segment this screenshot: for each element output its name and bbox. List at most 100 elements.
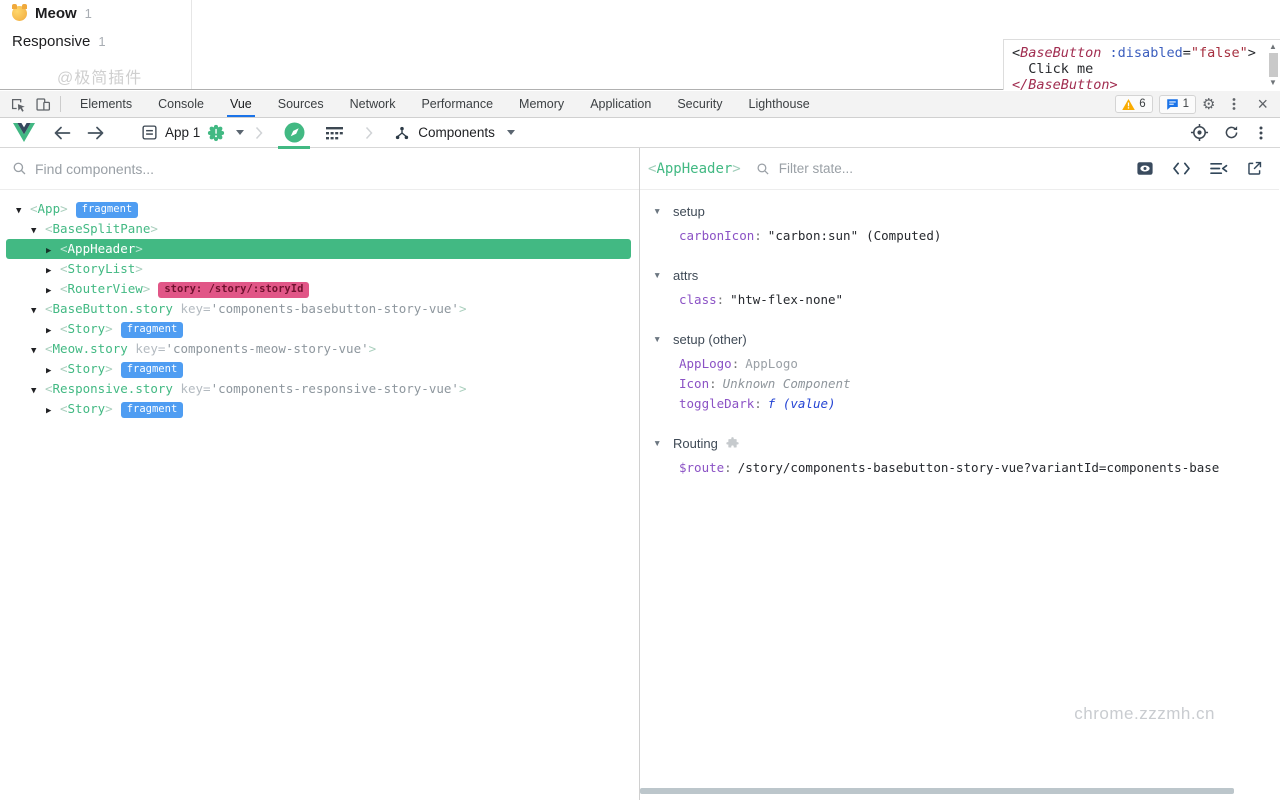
tab-vue[interactable]: Vue (217, 91, 265, 117)
tab-sources[interactable]: Sources (265, 91, 337, 117)
tree-row-basebutton-story[interactable]: ▼<BaseButton.story key='components-baseb… (0, 299, 639, 319)
more-options-icon[interactable] (1254, 118, 1268, 148)
settings-gear-icon[interactable]: ⚙ (1202, 97, 1215, 112)
expand-caret-icon: ▶ (46, 261, 60, 281)
scrollbar-thumb[interactable] (1269, 53, 1278, 77)
hierarchy-icon (394, 125, 410, 141)
tab-performance[interactable]: Performance (408, 91, 506, 117)
tree-row-story[interactable]: ▶<Story>fragment (0, 359, 639, 379)
tab-elements[interactable]: Elements (67, 91, 145, 117)
state-row-toggledark[interactable]: toggleDark:f (value) (679, 394, 1279, 414)
story-count: 1 (98, 34, 105, 49)
vue-panel-body: ▼<App>fragment ▼<BaseSplitPane> ▶<AppHea… (0, 148, 1280, 800)
state-row-carbonicon[interactable]: carbonIcon:"carbon:sun"(Computed) (679, 226, 1279, 246)
story-sidebar: Meow 1 Responsive 1 @极简插件 (0, 0, 192, 89)
collapse-caret-icon: ▼ (653, 334, 665, 344)
selected-component-tag: <AppHeader> (648, 161, 741, 177)
fragment-badge: fragment (76, 202, 139, 218)
state-header: <AppHeader> (640, 148, 1279, 190)
state-row-route[interactable]: ▶$route:/story/components-basebutton-sto… (679, 458, 1279, 480)
inspect-dom-icon[interactable] (1172, 161, 1191, 176)
search-icon (12, 161, 27, 176)
filter-state-input[interactable] (779, 161, 1127, 176)
chevron-down-icon (507, 130, 515, 135)
inspect-element-icon[interactable] (4, 92, 30, 116)
section-header[interactable]: ▼ setup (653, 200, 1279, 222)
sidebar-item-responsive[interactable]: Responsive 1 (0, 28, 191, 52)
collapse-panel-icon[interactable] (1209, 161, 1228, 176)
tab-lighthouse[interactable]: Lighthouse (736, 91, 823, 117)
code-scrollbar[interactable]: ▲ ▼ (1267, 43, 1279, 88)
scroll-down-icon[interactable]: ▼ (1267, 79, 1279, 87)
scroll-to-component-icon[interactable] (1136, 160, 1154, 177)
expand-caret-icon: ▼ (16, 201, 30, 221)
tree-row-meow-story[interactable]: ▼<Meow.story key='components-meow-story-… (0, 339, 639, 359)
tab-console[interactable]: Console (145, 91, 217, 117)
history-back-icon[interactable] (45, 118, 79, 148)
tabbar-controls: 6 1 ⚙ × (1115, 92, 1280, 116)
more-options-icon[interactable] (1221, 92, 1247, 116)
section-attrs: ▼ attrs class:"htw-flex-none" (653, 264, 1279, 316)
component-search-row (0, 148, 639, 190)
issue-count: 1 (1183, 98, 1189, 110)
expand-caret-icon: ▶ (46, 281, 60, 301)
horizontal-scrollbar[interactable] (640, 788, 1234, 794)
compass-icon (284, 122, 305, 143)
components-inspector-tab[interactable] (274, 118, 314, 148)
app-selector[interactable]: App 1 (141, 118, 244, 148)
find-components-input[interactable] (35, 161, 627, 177)
tree-row-storylist[interactable]: ▶<StoryList> (0, 259, 639, 279)
sidebar-item-meow[interactable]: Meow 1 (0, 0, 191, 24)
code-snippet: <BaseButton :disabled="false"> Click me … (1004, 40, 1280, 90)
vue-toolbar-right (1190, 118, 1280, 148)
devtools-tabs: Elements Console Vue Sources Network Per… (67, 91, 823, 117)
tree-row-routerview[interactable]: ▶<RouterView>story: /story/:storyId (0, 279, 639, 299)
device-toolbar-icon[interactable] (30, 92, 56, 116)
collapse-caret-icon: ▼ (653, 438, 665, 448)
timeline-inspector-tab[interactable] (314, 118, 354, 148)
cat-face-icon (12, 6, 27, 21)
section-header[interactable]: ▼ attrs (653, 264, 1279, 286)
inspector-selector[interactable]: Components (394, 118, 515, 148)
sidebar-item-label: Responsive (12, 33, 90, 50)
scroll-up-icon[interactable]: ▲ (1267, 43, 1279, 51)
webpage-area: Meow 1 Responsive 1 @极简插件 <BaseButton :d… (0, 0, 1280, 90)
vue-devtools-toolbar: App 1 Components (0, 118, 1280, 148)
component-tree-panel: ▼<App>fragment ▼<BaseSplitPane> ▶<AppHea… (0, 148, 640, 800)
source-code-panel[interactable]: <BaseButton :disabled="false"> Click me … (1003, 39, 1280, 90)
tree-row-appheader-selected[interactable]: ▶<AppHeader> (0, 239, 639, 259)
open-in-new-window-icon[interactable] (1246, 160, 1263, 177)
section-header[interactable]: ▼ Routing (653, 432, 1279, 454)
tree-row-app[interactable]: ▼<App>fragment (0, 199, 639, 219)
section-title: attrs (673, 268, 698, 283)
tree-row-responsive-story[interactable]: ▼<Responsive.story key='components-respo… (0, 379, 639, 399)
state-row-class[interactable]: class:"htw-flex-none" (679, 290, 1279, 310)
tab-application[interactable]: Application (577, 91, 664, 117)
warning-icon (1122, 99, 1135, 110)
tab-memory[interactable]: Memory (506, 91, 577, 117)
history-forward-icon[interactable] (79, 118, 113, 148)
select-component-icon[interactable] (1190, 118, 1209, 148)
warnings-badge[interactable]: 6 (1115, 95, 1152, 113)
chevron-down-icon (236, 130, 244, 135)
app-label: App 1 (165, 125, 200, 140)
state-header-icons (1136, 160, 1269, 177)
tree-row-story[interactable]: ▶<Story>fragment (0, 319, 639, 339)
issues-badge[interactable]: 1 (1159, 95, 1196, 114)
state-sections: ▼ setup carbonIcon:"carbon:sun"(Computed… (640, 190, 1279, 486)
component-state-panel: <AppHeader> (640, 148, 1279, 800)
production-seal-icon (207, 124, 225, 142)
state-row-applogo[interactable]: AppLogo:AppLogo (679, 354, 1279, 374)
tab-network[interactable]: Network (337, 91, 409, 117)
route-badge: story: /story/:storyId (158, 282, 309, 298)
tree-row-story[interactable]: ▶<Story>fragment (0, 399, 639, 419)
close-devtools-icon[interactable]: × (1253, 95, 1272, 113)
expand-caret-icon: ▶ (46, 401, 60, 421)
section-header[interactable]: ▼ setup (other) (653, 328, 1279, 350)
expand-caret-icon: ▶ (46, 361, 60, 381)
state-row-icon[interactable]: Icon:Unknown Component (679, 374, 1279, 394)
refresh-icon[interactable] (1223, 118, 1240, 148)
tab-security[interactable]: Security (664, 91, 735, 117)
story-count: 1 (85, 6, 92, 21)
tree-row-basesplitpane[interactable]: ▼<BaseSplitPane> (0, 219, 639, 239)
